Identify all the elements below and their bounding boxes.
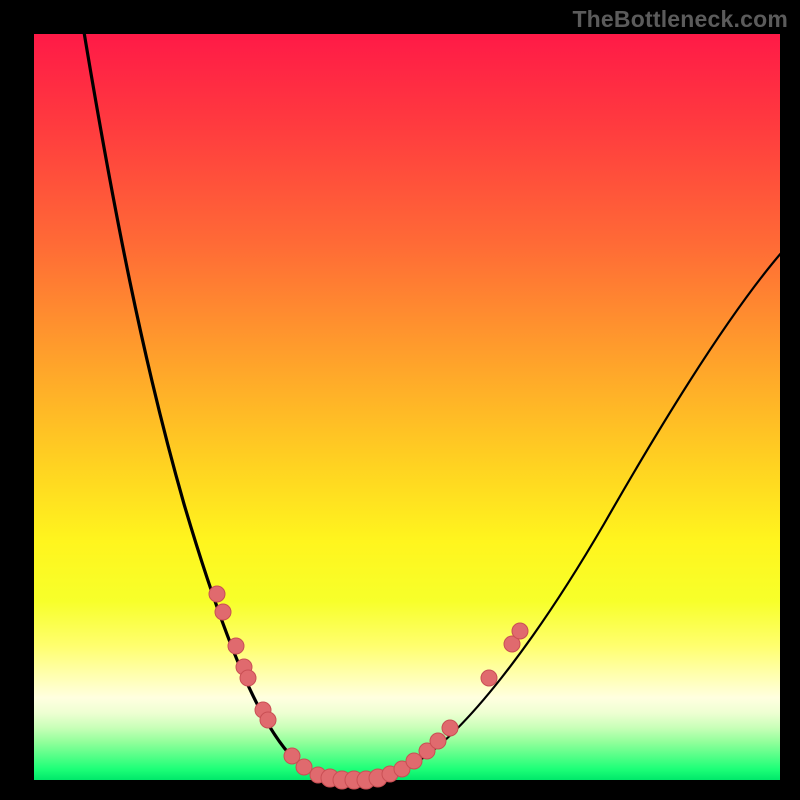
data-dot	[260, 712, 276, 728]
chart-svg	[34, 34, 780, 780]
watermark-text: TheBottleneck.com	[572, 6, 788, 33]
data-dot	[215, 604, 231, 620]
curve-left-curve	[81, 14, 354, 780]
data-dot	[296, 759, 312, 775]
data-dot	[209, 586, 225, 602]
data-dot	[442, 720, 458, 736]
data-dot	[512, 623, 528, 639]
chart-frame: TheBottleneck.com	[0, 0, 800, 800]
data-dot	[430, 733, 446, 749]
data-dot	[481, 670, 497, 686]
curve-right-curve	[354, 244, 789, 780]
curve-group	[81, 14, 789, 780]
data-dot	[228, 638, 244, 654]
data-dot	[406, 753, 422, 769]
data-dot	[240, 670, 256, 686]
dot-group	[209, 586, 528, 789]
plot-area	[34, 34, 780, 780]
